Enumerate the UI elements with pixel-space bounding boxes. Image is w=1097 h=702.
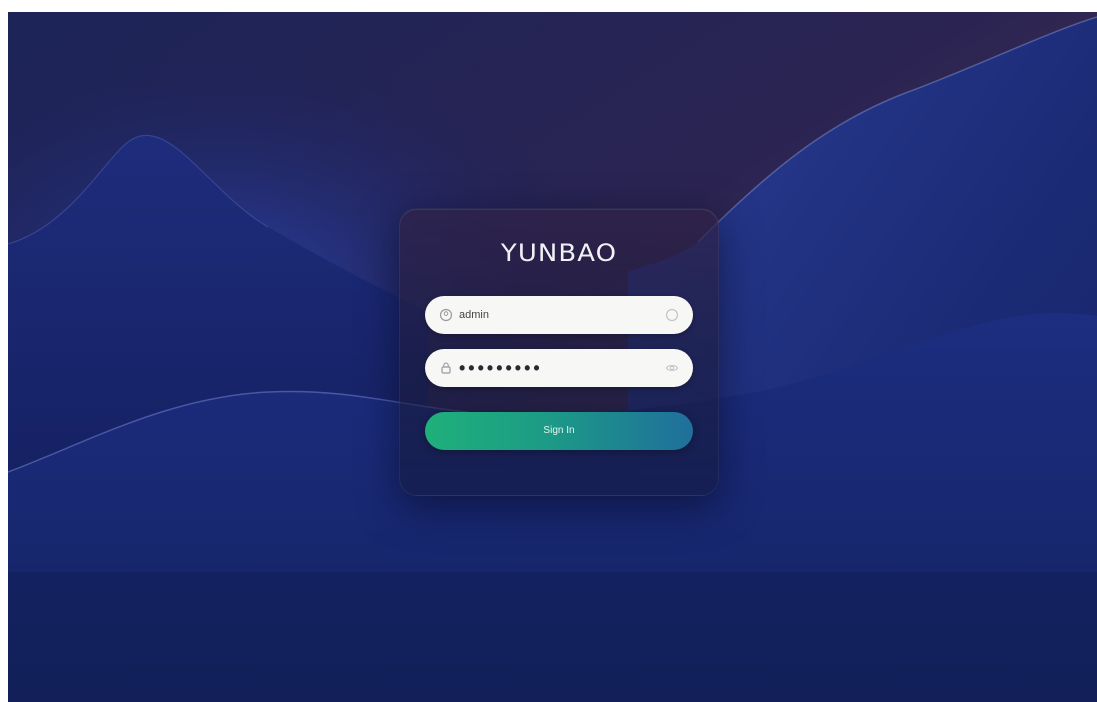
login-page: YUNBAO admin ••••••••• Sign In bbox=[8, 12, 1097, 702]
password-field[interactable]: ••••••••• bbox=[425, 349, 693, 387]
username-field[interactable]: admin bbox=[425, 296, 693, 334]
eye-icon[interactable] bbox=[665, 361, 679, 375]
login-card: YUNBAO admin ••••••••• Sign In bbox=[399, 208, 719, 496]
brand-logo: YUNBAO bbox=[500, 239, 618, 267]
password-input[interactable]: ••••••••• bbox=[459, 349, 543, 387]
clear-icon[interactable] bbox=[665, 308, 679, 322]
lock-icon bbox=[441, 362, 451, 374]
username-input[interactable]: admin bbox=[459, 296, 489, 334]
sign-in-button[interactable]: Sign In bbox=[425, 412, 693, 450]
user-icon bbox=[439, 308, 453, 322]
